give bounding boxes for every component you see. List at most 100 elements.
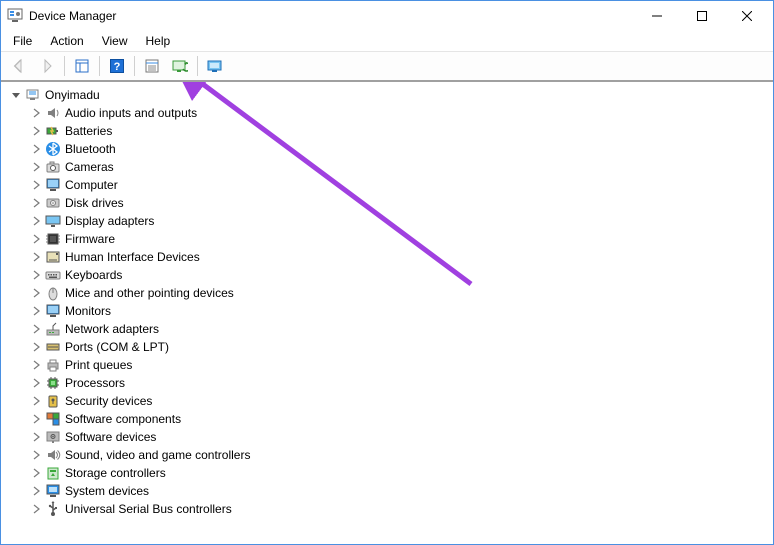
properties-button[interactable]: [139, 54, 165, 78]
collapse-icon[interactable]: [9, 88, 23, 102]
tree-category-row[interactable]: Mice and other pointing devices: [7, 284, 767, 302]
expand-icon[interactable]: [29, 394, 43, 408]
expand-icon[interactable]: [29, 502, 43, 516]
camera-icon: [45, 159, 61, 175]
minimize-button[interactable]: [634, 1, 679, 31]
expand-icon[interactable]: [29, 304, 43, 318]
tree-root-row[interactable]: Onyimadu: [7, 86, 767, 104]
scan-hardware-button[interactable]: [167, 54, 193, 78]
tree-category-label: Print queues: [65, 358, 132, 372]
security-icon: [45, 393, 61, 409]
tree-category-label: System devices: [65, 484, 149, 498]
firmware-icon: [45, 231, 61, 247]
expand-icon[interactable]: [29, 232, 43, 246]
usb-icon: [45, 501, 61, 517]
network-icon: [45, 321, 61, 337]
tree-category-label: Network adapters: [65, 322, 159, 336]
content-area: Onyimadu Audio inputs and outputs Batter…: [1, 81, 773, 544]
display-icon: [45, 213, 61, 229]
tree-category-row[interactable]: Processors: [7, 374, 767, 392]
expand-icon[interactable]: [29, 340, 43, 354]
tree-category-row[interactable]: Software components: [7, 410, 767, 428]
expand-icon[interactable]: [29, 484, 43, 498]
device-tree[interactable]: Onyimadu Audio inputs and outputs Batter…: [3, 84, 771, 542]
maximize-button[interactable]: [679, 1, 724, 31]
tree-category-row[interactable]: Monitors: [7, 302, 767, 320]
expand-icon[interactable]: [29, 142, 43, 156]
close-button[interactable]: [724, 1, 769, 31]
expand-icon[interactable]: [29, 106, 43, 120]
computer-icon: [25, 87, 41, 103]
add-legacy-hardware-button[interactable]: [202, 54, 228, 78]
swcomp-icon: [45, 411, 61, 427]
expand-icon[interactable]: [29, 250, 43, 264]
expand-icon[interactable]: [29, 196, 43, 210]
tree-category-row[interactable]: Ports (COM & LPT): [7, 338, 767, 356]
tree-category-row[interactable]: System devices: [7, 482, 767, 500]
device-manager-window: Device Manager File Action View Help: [0, 0, 774, 545]
tree-category-label: Cameras: [65, 160, 114, 174]
tree-category-row[interactable]: Display adapters: [7, 212, 767, 230]
battery-icon: [45, 123, 61, 139]
tree-category-row[interactable]: Computer: [7, 176, 767, 194]
tree-category-row[interactable]: Network adapters: [7, 320, 767, 338]
menu-action[interactable]: Action: [42, 33, 91, 49]
expand-icon[interactable]: [29, 160, 43, 174]
tree-category-row[interactable]: Storage controllers: [7, 464, 767, 482]
tree-category-row[interactable]: Audio inputs and outputs: [7, 104, 767, 122]
disk-icon: [45, 195, 61, 211]
app-icon: [7, 8, 23, 24]
svg-text:?: ?: [114, 61, 121, 73]
tree-category-row[interactable]: Disk drives: [7, 194, 767, 212]
help-button[interactable]: ?: [104, 54, 130, 78]
expand-icon[interactable]: [29, 124, 43, 138]
tree-category-row[interactable]: Firmware: [7, 230, 767, 248]
tree-category-label: Audio inputs and outputs: [65, 106, 197, 120]
expand-icon[interactable]: [29, 448, 43, 462]
menu-file[interactable]: File: [5, 33, 40, 49]
audio-icon: [45, 105, 61, 121]
forward-button[interactable]: [34, 54, 60, 78]
tree-category-label: Monitors: [65, 304, 111, 318]
menu-view[interactable]: View: [94, 33, 136, 49]
tree-category-label: Mice and other pointing devices: [65, 286, 234, 300]
tree-category-row[interactable]: Keyboards: [7, 266, 767, 284]
monitor-icon: [45, 303, 61, 319]
expand-icon[interactable]: [29, 412, 43, 426]
menu-help[interactable]: Help: [138, 33, 179, 49]
tree-root-label: Onyimadu: [45, 88, 100, 102]
tree-category-label: Display adapters: [65, 214, 154, 228]
tree-category-row[interactable]: Cameras: [7, 158, 767, 176]
tree-category-row[interactable]: Bluetooth: [7, 140, 767, 158]
expand-icon[interactable]: [29, 466, 43, 480]
sound-icon: [45, 447, 61, 463]
show-hide-console-button[interactable]: [69, 54, 95, 78]
system-icon: [45, 483, 61, 499]
keyboard-icon: [45, 267, 61, 283]
tree-category-row[interactable]: Print queues: [7, 356, 767, 374]
titlebar: Device Manager: [1, 1, 773, 31]
hid-icon: [45, 249, 61, 265]
expand-icon[interactable]: [29, 214, 43, 228]
expand-icon[interactable]: [29, 376, 43, 390]
tree-category-row[interactable]: Human Interface Devices: [7, 248, 767, 266]
expand-icon[interactable]: [29, 358, 43, 372]
tree-category-label: Security devices: [65, 394, 152, 408]
tree-category-row[interactable]: Security devices: [7, 392, 767, 410]
tree-category-row[interactable]: Universal Serial Bus controllers: [7, 500, 767, 518]
tree-category-row[interactable]: Sound, video and game controllers: [7, 446, 767, 464]
tree-category-row[interactable]: Software devices: [7, 428, 767, 446]
expand-icon[interactable]: [29, 268, 43, 282]
tree-category-row[interactable]: Batteries: [7, 122, 767, 140]
expand-icon[interactable]: [29, 286, 43, 300]
expand-icon[interactable]: [29, 178, 43, 192]
expand-icon[interactable]: [29, 322, 43, 336]
back-button[interactable]: [6, 54, 32, 78]
tree-category-label: Processors: [65, 376, 125, 390]
expand-icon[interactable]: [29, 430, 43, 444]
printer-icon: [45, 357, 61, 373]
tree-category-label: Storage controllers: [65, 466, 166, 480]
tree-category-label: Software devices: [65, 430, 156, 444]
tree-category-label: Keyboards: [65, 268, 122, 282]
port-icon: [45, 339, 61, 355]
